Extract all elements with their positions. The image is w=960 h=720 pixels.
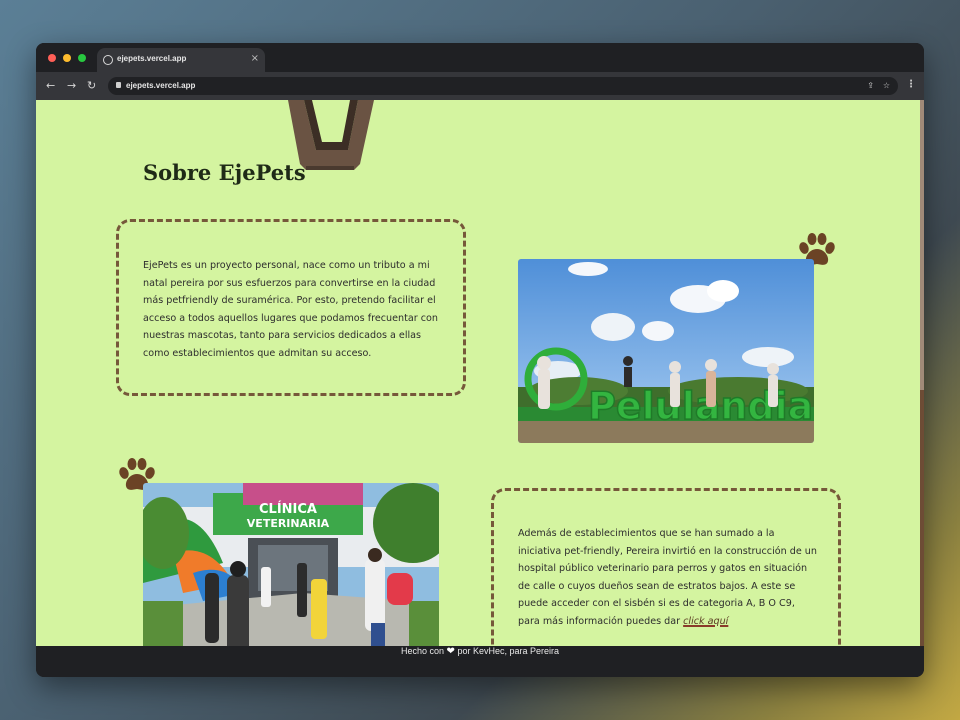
tab-bar: ejepets.vercel.app × [36, 43, 924, 72]
forward-button[interactable]: → [67, 79, 76, 92]
clinic-sign-line2: VETERINARIA [247, 517, 330, 530]
reload-button[interactable]: ↻ [87, 79, 96, 92]
pelulandia-sign-text: Pelulandia [588, 384, 813, 428]
back-button[interactable]: ← [46, 79, 55, 92]
page-scrollbar[interactable] [920, 100, 924, 646]
maximize-window-button[interactable] [78, 54, 86, 62]
click-here-link[interactable]: click aquí [683, 616, 728, 627]
hospital-text-box: Además de establecimientos que se han su… [491, 488, 841, 646]
browser-window: ejepets.vercel.app × ← → ↻ ejepets.verce… [36, 43, 924, 677]
window-controls [48, 54, 86, 62]
page-footer: Hecho con ❤ por KevHec, para Pereira [36, 646, 924, 677]
scrollbar-thumb[interactable] [920, 100, 924, 390]
footer-text-start: Hecho con [400, 646, 445, 656]
page-title: Sobre EjePets [143, 160, 306, 185]
favicon-icon [103, 55, 113, 65]
bookmark-star-icon[interactable]: ☆ [883, 81, 890, 90]
veterinary-clinic-photo: CLÍNICA VETERINARIA [143, 483, 439, 646]
address-bar[interactable]: ejepets.vercel.app ⇪ ☆ [108, 77, 898, 95]
tab-title: ejepets.vercel.app [117, 54, 187, 63]
veterinary-clinic-photo-illustration: CLÍNICA VETERINARIA [143, 483, 439, 646]
hospital-paragraph-text: Además de establecimientos que se han su… [518, 528, 817, 627]
about-paragraph: EjePets es un proyecto personal, nace co… [143, 260, 438, 359]
minimize-window-button[interactable] [63, 54, 71, 62]
tab-ejepets[interactable]: ejepets.vercel.app × [97, 48, 265, 72]
tab-close-icon[interactable]: × [251, 53, 259, 64]
browser-toolbar: ← → ↻ ejepets.vercel.app ⇪ ☆ ⋮ [36, 72, 924, 100]
lock-icon [116, 82, 121, 88]
hospital-paragraph: Además de establecimientos que se han su… [518, 525, 818, 630]
close-window-button[interactable] [48, 54, 56, 62]
browser-menu-icon[interactable]: ⋮ [906, 79, 916, 90]
heart-icon: ❤ [446, 646, 455, 657]
share-icon[interactable]: ⇪ [867, 81, 874, 90]
pelulandia-photo: Pelulandia [518, 259, 814, 443]
pelulandia-photo-illustration: Pelulandia [518, 259, 814, 443]
about-text-box: EjePets es un proyecto personal, nace co… [116, 219, 466, 396]
url-text: ejepets.vercel.app [126, 81, 196, 90]
clinic-sign-line1: CLÍNICA [259, 501, 317, 517]
page-content: Sobre EjePets EjePets es un proyecto per… [36, 100, 920, 646]
footer-text-end: por KevHec, para Pereira [457, 646, 559, 656]
